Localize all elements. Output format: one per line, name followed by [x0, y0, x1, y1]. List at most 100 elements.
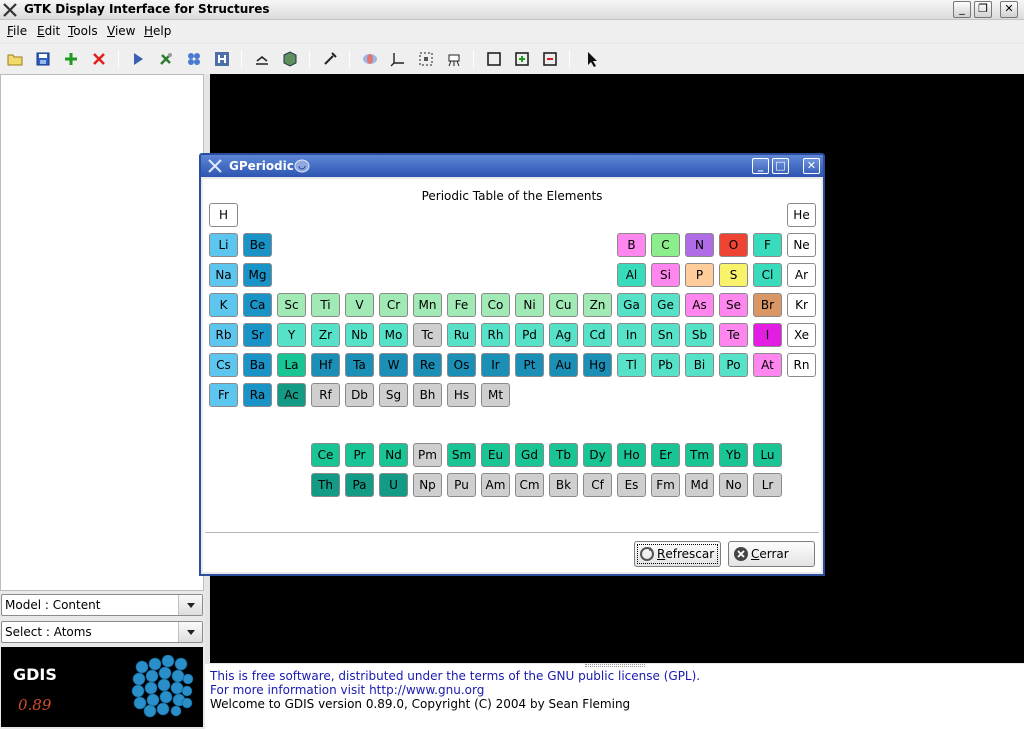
- element-p[interactable]: P: [685, 263, 714, 287]
- element-ho[interactable]: Ho: [617, 443, 646, 467]
- element-er[interactable]: Er: [651, 443, 680, 467]
- element-pd[interactable]: Pd: [515, 323, 544, 347]
- box-icon[interactable]: [484, 49, 504, 69]
- element-sr[interactable]: Sr: [243, 323, 272, 347]
- tools-icon[interactable]: [156, 49, 176, 69]
- molecule-icon[interactable]: [184, 49, 204, 69]
- animation-icon[interactable]: [444, 49, 464, 69]
- element-nb[interactable]: Nb: [345, 323, 374, 347]
- element-yb[interactable]: Yb: [719, 443, 748, 467]
- element-ba[interactable]: Ba: [243, 353, 272, 377]
- element-md[interactable]: Md: [685, 473, 714, 497]
- element-w[interactable]: W: [379, 353, 408, 377]
- dialog-titlebar[interactable]: GPeriodic _ □ ✕: [201, 155, 823, 177]
- element-fe[interactable]: Fe: [447, 293, 476, 317]
- element-tc[interactable]: Tc: [413, 323, 442, 347]
- element-db[interactable]: Db: [345, 383, 374, 407]
- minimize-button[interactable]: _: [953, 1, 971, 18]
- element-pb[interactable]: Pb: [651, 353, 680, 377]
- element-cs[interactable]: Cs: [209, 353, 238, 377]
- element-he[interactable]: He: [787, 203, 816, 227]
- element-co[interactable]: Co: [481, 293, 510, 317]
- element-kr[interactable]: Kr: [787, 293, 816, 317]
- element-pt[interactable]: Pt: [515, 353, 544, 377]
- element-pm[interactable]: Pm: [413, 443, 442, 467]
- element-al[interactable]: Al: [617, 263, 646, 287]
- axes-icon[interactable]: [388, 49, 408, 69]
- element-ga[interactable]: Ga: [617, 293, 646, 317]
- chevron-down-icon[interactable]: [178, 595, 202, 615]
- add-icon[interactable]: [61, 49, 81, 69]
- element-ag[interactable]: Ag: [549, 323, 578, 347]
- element-bk[interactable]: Bk: [549, 473, 578, 497]
- model-tree[interactable]: [0, 74, 204, 591]
- element-v[interactable]: V: [345, 293, 374, 317]
- element-re[interactable]: Re: [413, 353, 442, 377]
- element-th[interactable]: Th: [311, 473, 340, 497]
- element-sg[interactable]: Sg: [379, 383, 408, 407]
- element-hs[interactable]: Hs: [447, 383, 476, 407]
- element-u[interactable]: U: [379, 473, 408, 497]
- close-button[interactable]: ✕: [1000, 1, 1018, 18]
- element-ru[interactable]: Ru: [447, 323, 476, 347]
- element-sn[interactable]: Sn: [651, 323, 680, 347]
- element-gd[interactable]: Gd: [515, 443, 544, 467]
- element-am[interactable]: Am: [481, 473, 510, 497]
- maximize-button[interactable]: ❐: [974, 1, 992, 18]
- element-bi[interactable]: Bi: [685, 353, 714, 377]
- dialog-maximize-button[interactable]: □: [772, 158, 789, 174]
- element-sm[interactable]: Sm: [447, 443, 476, 467]
- element-li[interactable]: Li: [209, 233, 238, 257]
- element-rf[interactable]: Rf: [311, 383, 340, 407]
- element-os[interactable]: Os: [447, 353, 476, 377]
- element-ti[interactable]: Ti: [311, 293, 340, 317]
- element-mt[interactable]: Mt: [481, 383, 510, 407]
- element-se[interactable]: Se: [719, 293, 748, 317]
- element-s[interactable]: S: [719, 263, 748, 287]
- element-hg[interactable]: Hg: [583, 353, 612, 377]
- element-b[interactable]: B: [617, 233, 646, 257]
- refresh-button[interactable]: Refrescar: [634, 541, 721, 567]
- menu-tools[interactable]: Tools: [68, 24, 98, 38]
- element-in[interactable]: In: [617, 323, 646, 347]
- element-lu[interactable]: Lu: [753, 443, 782, 467]
- element-ni[interactable]: Ni: [515, 293, 544, 317]
- window-titlebar[interactable]: GTK Display Interface for Structures _ ❐…: [0, 0, 1024, 20]
- menu-file[interactable]: File: [7, 24, 27, 38]
- open-folder-icon[interactable]: [5, 49, 25, 69]
- zoom-in-icon[interactable]: [512, 49, 532, 69]
- dropper-icon[interactable]: [320, 49, 340, 69]
- element-mo[interactable]: Mo: [379, 323, 408, 347]
- element-ra[interactable]: Ra: [243, 383, 272, 407]
- close-dialog-button[interactable]: Cerrar: [728, 541, 815, 567]
- element-tl[interactable]: Tl: [617, 353, 646, 377]
- element-rn[interactable]: Rn: [787, 353, 816, 377]
- hydrogen-icon[interactable]: [212, 49, 232, 69]
- element-h[interactable]: H: [209, 203, 238, 227]
- element-mg[interactable]: Mg: [243, 263, 272, 287]
- element-bh[interactable]: Bh: [413, 383, 442, 407]
- menu-edit[interactable]: Edit: [37, 24, 60, 38]
- element-n[interactable]: N: [685, 233, 714, 257]
- element-sc[interactable]: Sc: [277, 293, 306, 317]
- element-y[interactable]: Y: [277, 323, 306, 347]
- menu-help[interactable]: Help: [144, 24, 171, 38]
- sticky-icon[interactable]: [294, 159, 310, 173]
- element-na[interactable]: Na: [209, 263, 238, 287]
- element-nd[interactable]: Nd: [379, 443, 408, 467]
- element-tb[interactable]: Tb: [549, 443, 578, 467]
- element-ar[interactable]: Ar: [787, 263, 816, 287]
- element-ca[interactable]: Ca: [243, 293, 272, 317]
- element-cu[interactable]: Cu: [549, 293, 578, 317]
- save-icon[interactable]: [33, 49, 53, 69]
- element-lr[interactable]: Lr: [753, 473, 782, 497]
- element-cr[interactable]: Cr: [379, 293, 408, 317]
- element-au[interactable]: Au: [549, 353, 578, 377]
- element-pu[interactable]: Pu: [447, 473, 476, 497]
- measure-icon[interactable]: [252, 49, 272, 69]
- dialog-close-button[interactable]: ✕: [803, 158, 820, 174]
- element-xe[interactable]: Xe: [787, 323, 816, 347]
- element-i[interactable]: I: [753, 323, 782, 347]
- element-fm[interactable]: Fm: [651, 473, 680, 497]
- dialog-minimize-button[interactable]: _: [752, 158, 769, 174]
